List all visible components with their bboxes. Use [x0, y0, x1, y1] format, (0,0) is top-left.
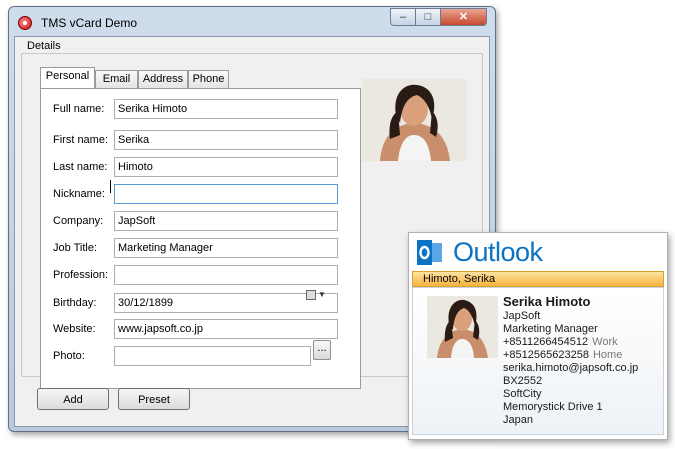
- contact-street: Memorystick Drive 1: [503, 401, 603, 413]
- contact-photo: [362, 79, 467, 161]
- contact-info: Serika Himoto JapSoft Marketing Manager …: [503, 294, 638, 427]
- phone-home-number[interactable]: +8512565623258: [503, 349, 589, 361]
- contact-postal-code: BX2552: [503, 375, 543, 387]
- full-name-field[interactable]: [114, 99, 338, 119]
- calendar-icon[interactable]: [306, 290, 316, 300]
- title-bar[interactable]: TMS vCard Demo – □ ✕: [9, 7, 495, 37]
- company-field[interactable]: [114, 211, 338, 231]
- details-group-label: Details: [25, 40, 63, 52]
- nickname-field[interactable]: [114, 184, 338, 204]
- preset-button[interactable]: Preset: [118, 388, 190, 410]
- contact-details: Serika Himoto JapSoft Marketing Manager …: [412, 287, 664, 435]
- tab-phone[interactable]: Phone: [188, 70, 229, 88]
- outlook-brand: Outlook: [453, 237, 543, 267]
- full-name-label: Full name:: [53, 103, 105, 115]
- last-name-label: Last name:: [53, 161, 108, 173]
- website-field[interactable]: [114, 319, 338, 339]
- photo-label: Photo:: [53, 350, 85, 362]
- contact-header: Himoto, Serika: [412, 271, 664, 287]
- contact-card-photo: [427, 296, 498, 358]
- chevron-down-icon[interactable]: ▼: [318, 290, 326, 299]
- profession-field[interactable]: [114, 265, 338, 285]
- browse-photo-button[interactable]: ...: [313, 340, 331, 360]
- outlook-logo-icon: [417, 240, 442, 265]
- birthday-label: Birthday:: [53, 297, 97, 309]
- outlook-contact-card: Outlook Himoto, Serika Serika Himoto Jap…: [408, 232, 668, 440]
- text-caret: [110, 180, 111, 193]
- phone-home-type: Home: [592, 349, 623, 361]
- close-button[interactable]: ✕: [440, 8, 487, 26]
- company-label: Company:: [53, 215, 104, 227]
- contact-phone-work: +8511266454512 Work: [503, 336, 638, 349]
- job-title-label: Job Title:: [53, 242, 98, 254]
- job-title-field[interactable]: [114, 238, 338, 258]
- birthday-date-picker[interactable]: [114, 293, 338, 313]
- minimize-button[interactable]: –: [390, 8, 416, 26]
- tab-address[interactable]: Address: [138, 70, 188, 88]
- nickname-label: Nickname:: [53, 188, 105, 200]
- tab-personal[interactable]: Personal: [40, 67, 95, 88]
- contact-company: JapSoft: [503, 310, 541, 322]
- contact-country: Japan: [503, 414, 533, 426]
- website-label: Website:: [53, 323, 96, 335]
- contact-phone-home: +8512565623258 Home: [503, 349, 638, 362]
- first-name-field[interactable]: [114, 130, 338, 150]
- phone-work-type: Work: [592, 336, 618, 348]
- photo-path-field[interactable]: [114, 346, 311, 366]
- window-title: TMS vCard Demo: [41, 16, 138, 30]
- phone-work-number[interactable]: +8511266454512: [503, 336, 588, 348]
- tab-email[interactable]: Email: [95, 70, 138, 88]
- add-button[interactable]: Add: [37, 388, 109, 410]
- contact-city: SoftCity: [503, 388, 542, 400]
- contact-job-title: Marketing Manager: [503, 323, 598, 335]
- profession-label: Profession:: [53, 269, 109, 281]
- app-icon: [18, 16, 32, 30]
- maximize-button[interactable]: □: [415, 8, 441, 26]
- contact-name: Serika Himoto: [503, 294, 591, 309]
- first-name-label: First name:: [53, 134, 109, 146]
- contact-email[interactable]: serika.himoto@japsoft.co.jp: [503, 362, 638, 375]
- last-name-field[interactable]: [114, 157, 338, 177]
